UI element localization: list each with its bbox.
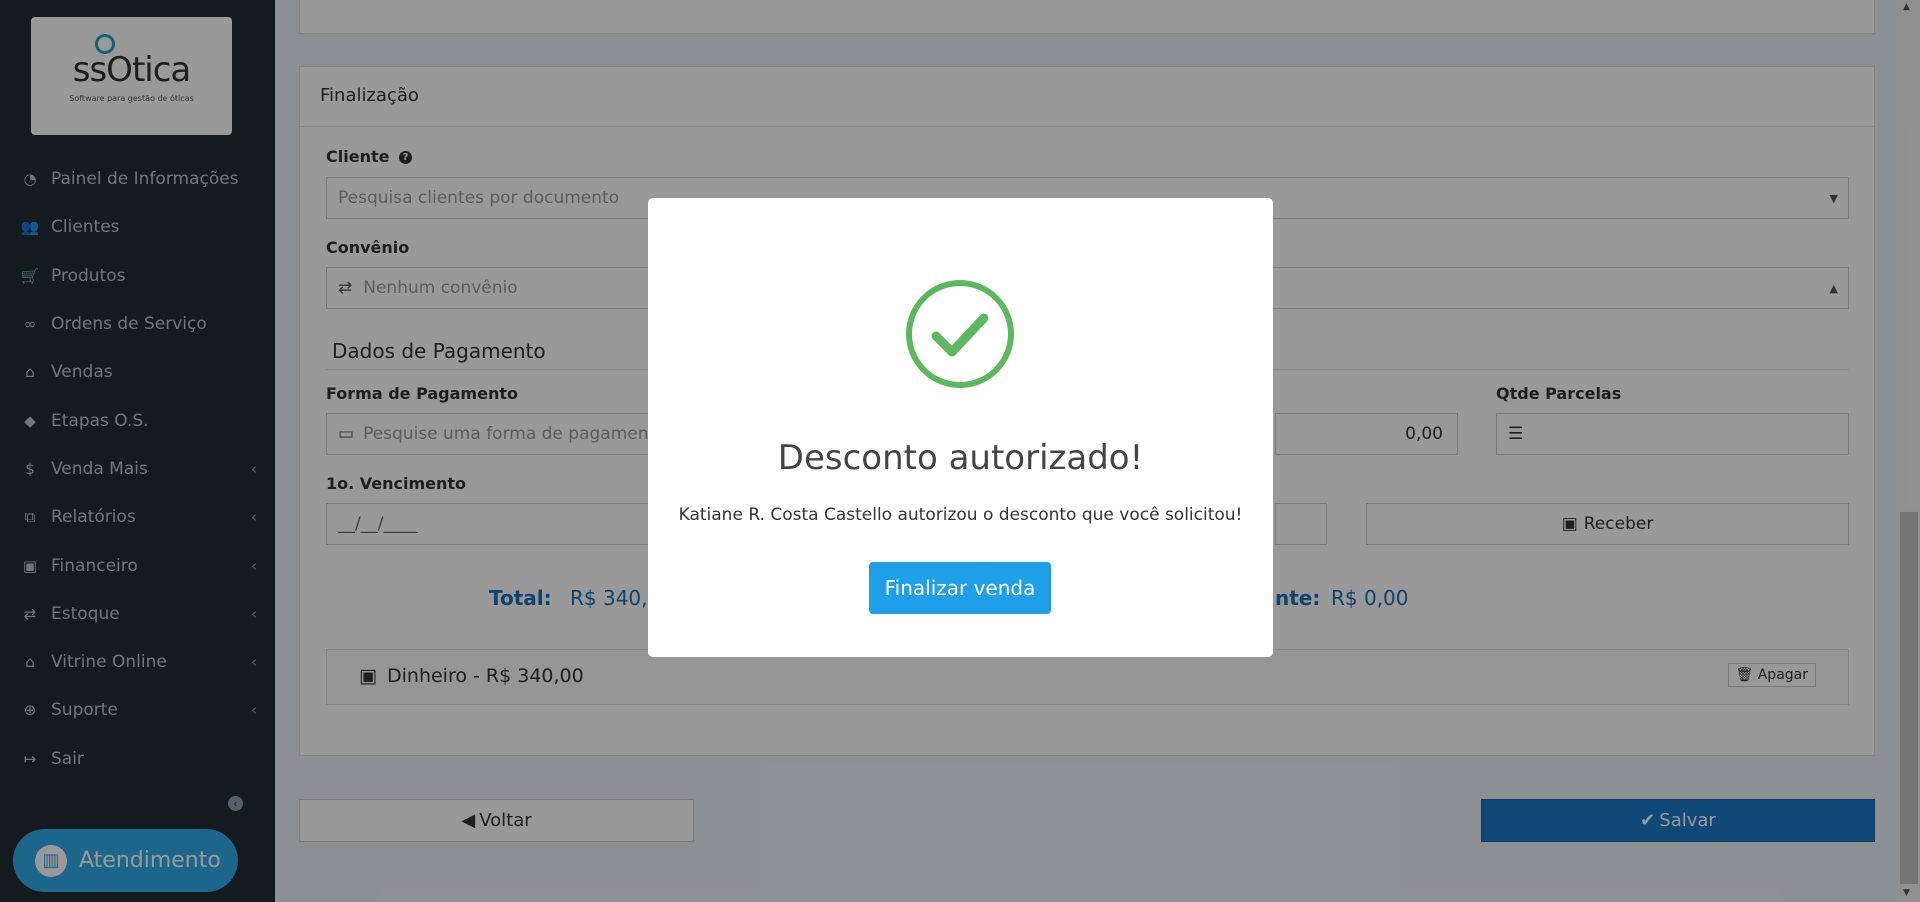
discount-authorized-modal: Desconto autorizado! Katiane R. Costa Ca…: [648, 198, 1273, 657]
modal-message: Katiane R. Costa Castello autorizou o de…: [678, 505, 1243, 525]
success-check-icon: [906, 280, 1014, 388]
finalizar-venda-button[interactable]: Finalizar venda: [869, 562, 1051, 614]
modal-title: Desconto autorizado!: [777, 438, 1144, 478]
